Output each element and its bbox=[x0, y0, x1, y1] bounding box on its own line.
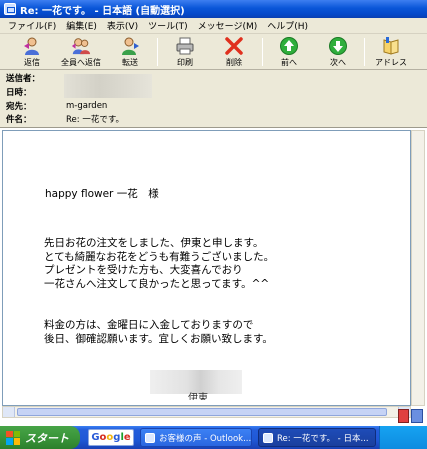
taskbar-item-message[interactable]: Re: 一花です。 - 日本... bbox=[258, 428, 376, 447]
paragraph-2: 料金の方は、金曜日に入金しておりますので 後日、御確認願います。宜しくお願い致し… bbox=[44, 319, 273, 346]
previous-button[interactable]: 前へ bbox=[264, 36, 314, 68]
reply-all-icon bbox=[71, 36, 91, 56]
status-icon bbox=[398, 409, 409, 423]
paragraph-line: 先日お花の注文をしました、伊東と申します。 bbox=[44, 237, 264, 249]
toolbar: 返信 全員へ返信 転送 印刷 削除 前へ 次へ アドレス bbox=[0, 34, 427, 70]
date-label: 日時： bbox=[6, 88, 32, 98]
paragraph-line: とても綺麗なお花をどうも有難うございました。 bbox=[44, 250, 275, 263]
taskbar: スタート Google お客様の声 - Outlook... Re: 一花です。… bbox=[0, 426, 427, 449]
forward-icon bbox=[120, 36, 140, 56]
paragraph-line: 料金の方は、金曜日に入金しておりますので bbox=[44, 319, 254, 331]
addresses-button[interactable]: アドレス bbox=[366, 36, 416, 68]
scroll-thumb[interactable] bbox=[17, 408, 387, 416]
header-date: 日時： bbox=[6, 86, 62, 98]
redacted-sender bbox=[64, 74, 152, 98]
delete-x-icon bbox=[224, 36, 244, 56]
menu-file[interactable]: ファイル(F) bbox=[8, 19, 56, 32]
horizontal-scrollbar[interactable] bbox=[2, 406, 411, 418]
start-button[interactable]: スタート bbox=[0, 426, 80, 449]
printer-icon bbox=[175, 36, 195, 56]
forward-button[interactable]: 転送 bbox=[105, 36, 155, 68]
vertical-scrollbar[interactable] bbox=[411, 130, 425, 406]
signature-partial: 伊東 bbox=[188, 393, 208, 400]
menu-tools[interactable]: ツール(T) bbox=[148, 19, 188, 32]
delete-button[interactable]: 削除 bbox=[209, 36, 259, 68]
reply-icon bbox=[22, 36, 42, 56]
subject-value: Re: 一花です。 bbox=[66, 115, 124, 125]
reply-button[interactable]: 返信 bbox=[7, 36, 57, 68]
to-label: 宛先： bbox=[6, 102, 32, 112]
status-icon bbox=[411, 409, 423, 423]
paragraph-line: 一花さんへ注文して良かったと思ってます。^^ bbox=[44, 277, 270, 290]
greeting: happy flower 一花 様 bbox=[45, 188, 159, 200]
system-tray bbox=[379, 426, 427, 449]
toolbar-separator bbox=[364, 38, 365, 66]
mail-icon bbox=[263, 432, 273, 443]
menu-edit[interactable]: 編集(E) bbox=[66, 19, 97, 32]
header-subject: 件名： Re: 一花です。 bbox=[6, 113, 124, 125]
arrow-up-icon bbox=[279, 36, 299, 56]
google-toolbar[interactable]: Google bbox=[88, 429, 134, 446]
reply-all-button[interactable]: 全員へ返信 bbox=[56, 36, 106, 68]
next-button[interactable]: 次へ bbox=[313, 36, 363, 68]
scroll-left-arrow-icon[interactable] bbox=[3, 407, 15, 417]
paragraph-line: 後日、御確認願います。宜しくお願い致します。 bbox=[44, 332, 273, 345]
print-button[interactable]: 印刷 bbox=[160, 36, 210, 68]
menu-message[interactable]: メッセージ(M) bbox=[198, 19, 258, 32]
title-bar: Re: 一花です。 - 日本語 (自動選択) bbox=[0, 0, 427, 18]
window-title: Re: 一花です。 - 日本語 (自動選択) bbox=[20, 5, 185, 17]
toolbar-separator bbox=[262, 38, 263, 66]
paragraph-line: プレゼントを受けた方も、大変喜んでおり bbox=[44, 264, 243, 276]
header-to: 宛先： m-garden bbox=[6, 100, 107, 112]
toolbar-separator bbox=[157, 38, 158, 66]
paragraph-1: 先日お花の注文をしました、伊東と申します。 とても綺麗なお花をどうも有難うござい… bbox=[44, 237, 274, 291]
from-label: 送信者： bbox=[6, 74, 41, 84]
menu-help[interactable]: ヘルプ(H) bbox=[267, 19, 308, 32]
to-value: m-garden bbox=[66, 101, 108, 111]
mail-icon bbox=[4, 3, 16, 15]
menu-view[interactable]: 表示(V) bbox=[107, 19, 138, 32]
header-from: 送信者： bbox=[6, 72, 62, 84]
windows-flag-icon bbox=[6, 430, 20, 445]
taskbar-item-outlook[interactable]: お客様の声 - Outlook... bbox=[140, 428, 252, 447]
subject-label: 件名： bbox=[6, 115, 32, 125]
menu-bar: ファイル(F) 編集(E) 表示(V) ツール(T) メッセージ(M) ヘルプ(… bbox=[0, 18, 427, 34]
address-book-icon bbox=[381, 36, 401, 56]
outlook-icon bbox=[145, 432, 155, 443]
redacted-signature bbox=[150, 370, 242, 394]
arrow-down-icon bbox=[328, 36, 348, 56]
